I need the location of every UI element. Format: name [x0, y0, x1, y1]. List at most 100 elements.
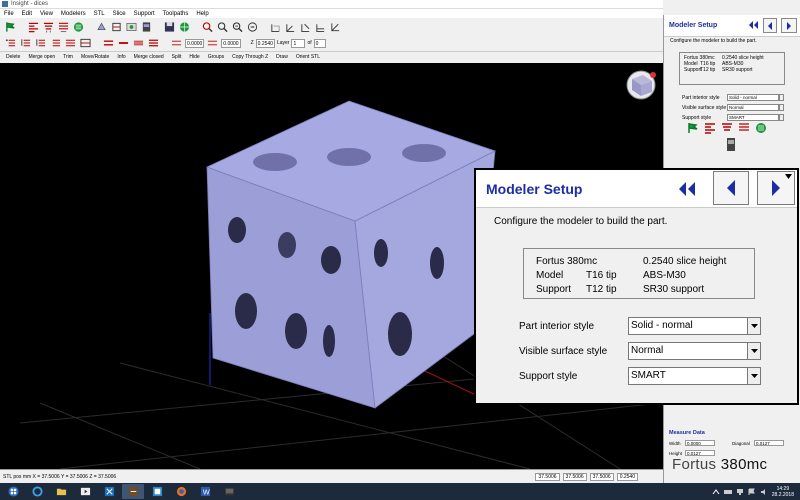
tool-rotate[interactable]: [246, 20, 259, 33]
status-z-box: 0.2540: [616, 472, 638, 481]
taskbar-app-blue[interactable]: [98, 484, 120, 499]
tool-simulate[interactable]: [125, 20, 138, 33]
menu-edit[interactable]: Edit: [18, 11, 36, 17]
zoom-visible-surface-select[interactable]: Normal: [628, 342, 748, 360]
cmd-delete[interactable]: Delete: [2, 54, 24, 60]
tool-print[interactable]: [178, 20, 191, 33]
panel-next-button[interactable]: [781, 18, 797, 33]
menu-modelers[interactable]: Modelers: [57, 11, 90, 17]
zoom-next-button[interactable]: [757, 171, 795, 205]
menu-toolpaths[interactable]: Toolpaths: [159, 11, 193, 17]
zoom-support-style-dropdown[interactable]: [748, 367, 761, 385]
menu-file[interactable]: File: [0, 11, 18, 17]
cmd-move-rotate[interactable]: Move/Rotate: [77, 54, 113, 60]
taskbar-firefox[interactable]: [170, 484, 192, 499]
z-field[interactable]: 0.2540: [255, 38, 275, 48]
tool-support[interactable]: [42, 20, 55, 33]
part-interior-select[interactable]: Solid - normal: [727, 94, 779, 101]
support-icon[interactable]: [721, 122, 733, 134]
tool-zoom-out[interactable]: [216, 20, 229, 33]
raster-icon[interactable]: [755, 122, 767, 134]
taskbar-word[interactable]: W: [194, 484, 216, 499]
taskbar-insight[interactable]: [122, 484, 144, 499]
keyboard-icon[interactable]: [723, 488, 732, 496]
chevron-up-icon[interactable]: [712, 488, 720, 496]
taskbar-app-cube[interactable]: [146, 484, 168, 499]
flag-icon[interactable]: [687, 122, 699, 134]
part-interior-dropdown-icon[interactable]: [779, 94, 784, 101]
tool-view-side[interactable]: [314, 20, 327, 33]
tool-raster[interactable]: [72, 20, 85, 33]
tool-lines-c[interactable]: [132, 37, 145, 50]
build-icon[interactable]: [726, 138, 736, 151]
layer-field[interactable]: 1: [291, 38, 306, 48]
align-icon[interactable]: [704, 122, 716, 134]
menu-help[interactable]: Help: [192, 11, 212, 17]
zoom-fit-icon: [232, 21, 243, 32]
tool-view-iso[interactable]: [269, 20, 282, 33]
cmd-groups[interactable]: Groups: [204, 54, 228, 60]
zoom-prev-button[interactable]: [713, 171, 749, 205]
tool-slice[interactable]: [110, 20, 123, 33]
tool-layer-a[interactable]: [49, 37, 62, 50]
network-icon[interactable]: [736, 488, 744, 496]
tool-lines-b[interactable]: [117, 37, 130, 50]
taskbar-media[interactable]: [74, 484, 96, 499]
cmd-copy-through-z[interactable]: Copy Through Z: [228, 54, 272, 60]
zoom-visible-surface-dropdown[interactable]: [748, 342, 761, 360]
tool-modeler-setup[interactable]: [4, 20, 17, 33]
toolpath-icon[interactable]: [738, 122, 750, 134]
visible-surface-dropdown-icon[interactable]: [779, 104, 784, 111]
zoom-support-style-select[interactable]: SMART: [628, 367, 748, 385]
cmd-merge-open[interactable]: Merge open: [24, 54, 59, 60]
tool-zoom-in[interactable]: [201, 20, 214, 33]
panel-back-button[interactable]: [747, 18, 759, 32]
view-cube-widget[interactable]: [626, 70, 656, 100]
start-button[interactable]: [2, 484, 24, 499]
tool-align[interactable]: [27, 20, 40, 33]
tool-save[interactable]: [163, 20, 176, 33]
support-style-select[interactable]: SMART: [727, 114, 779, 121]
taskbar-explorer[interactable]: [50, 484, 72, 499]
zoom-back-button[interactable]: [676, 178, 698, 200]
tool-stl[interactable]: [95, 20, 108, 33]
zoom-part-interior-dropdown[interactable]: [748, 317, 761, 335]
menu-stl[interactable]: STL: [90, 11, 109, 17]
tool-view-front[interactable]: [284, 20, 297, 33]
tool-view-top[interactable]: [299, 20, 312, 33]
hole: [235, 293, 257, 329]
menu-view[interactable]: View: [36, 11, 57, 17]
toolbar-field-1[interactable]: 0.0000: [185, 38, 205, 48]
tool-lines-d[interactable]: [147, 37, 160, 50]
cmd-split[interactable]: Split: [168, 54, 186, 60]
menu-support[interactable]: Support: [130, 11, 159, 17]
tool-zoom-fit[interactable]: [231, 20, 244, 33]
tool-add-layer[interactable]: [4, 37, 17, 50]
taskbar-app-dark[interactable]: [218, 484, 240, 499]
tool-lines-a[interactable]: [102, 37, 115, 50]
cmd-orient-stl[interactable]: Orient STL: [292, 54, 324, 60]
tool-up-layer[interactable]: [19, 37, 32, 50]
visible-surface-select[interactable]: Normal: [727, 104, 779, 111]
cmd-hide[interactable]: Hide: [185, 54, 203, 60]
cmd-merge-closed[interactable]: Merge closed: [130, 54, 168, 60]
tool-layer-b[interactable]: [64, 37, 77, 50]
taskbar-ie[interactable]: [26, 484, 48, 499]
panel-prev-button[interactable]: [763, 18, 777, 33]
menu-bar: File Edit View Modelers STL Slice Suppor…: [0, 9, 663, 18]
menu-slice[interactable]: Slice: [109, 11, 130, 17]
cmd-draw[interactable]: Draw: [272, 54, 292, 60]
cmd-trim[interactable]: Trim: [59, 54, 77, 60]
tool-view-axis[interactable]: [329, 20, 342, 33]
volume-icon[interactable]: [760, 488, 768, 496]
tool-toolpath[interactable]: [57, 20, 70, 33]
support-style-dropdown-icon[interactable]: [779, 114, 784, 121]
toolbar-field-2[interactable]: 0.0000: [221, 38, 241, 48]
tool-layer-c[interactable]: [79, 37, 92, 50]
zoom-part-interior-select[interactable]: Solid - normal: [628, 317, 748, 335]
flag-tray-icon[interactable]: [748, 488, 756, 496]
tool-down-layer[interactable]: [34, 37, 47, 50]
tool-build[interactable]: [140, 20, 153, 33]
cmd-info[interactable]: Info: [113, 54, 129, 60]
clock[interactable]: 14:29 28.2.2018: [772, 486, 794, 498]
